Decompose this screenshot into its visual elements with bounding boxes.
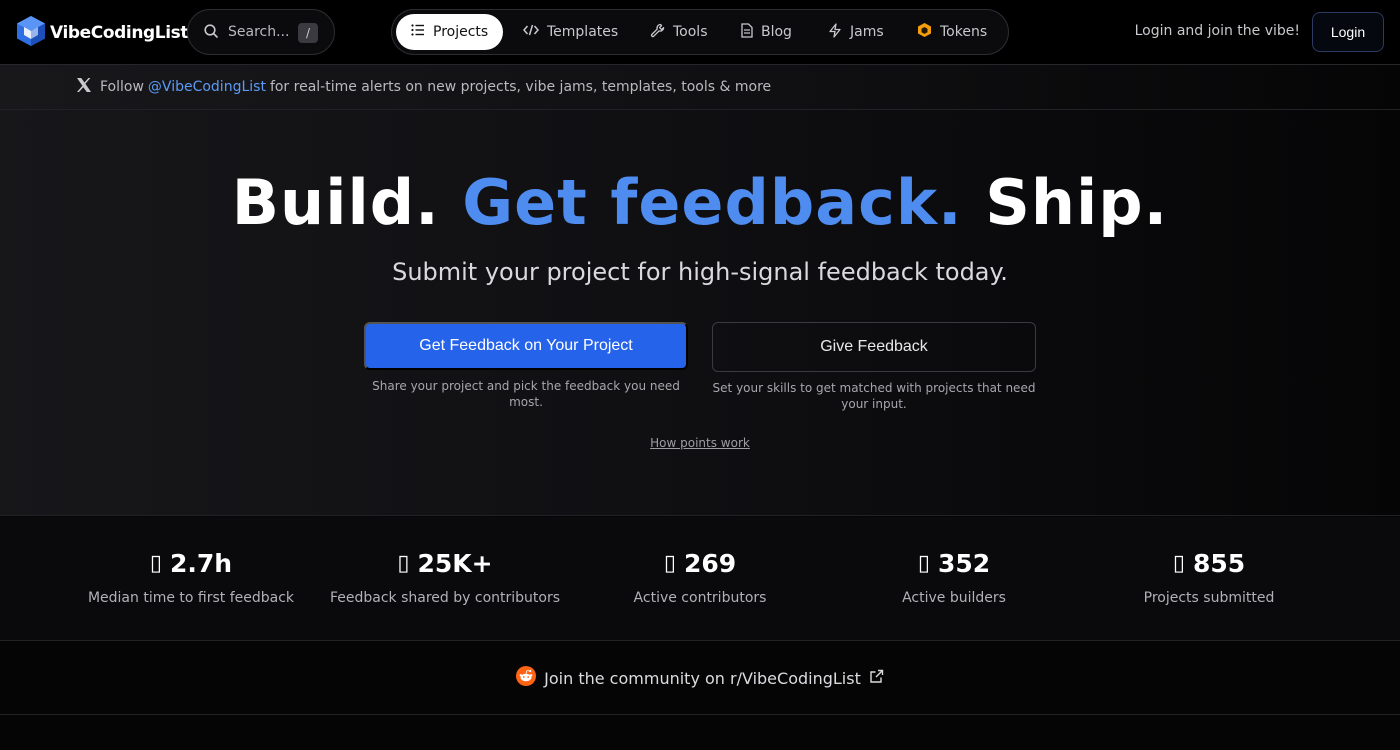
x-twitter-icon[interactable] xyxy=(76,77,92,97)
nav-label-tokens: Tokens xyxy=(940,24,988,40)
nav-label-jams: Jams xyxy=(850,24,884,40)
nav-item-tokens[interactable]: Tokens xyxy=(902,14,1002,50)
stat-value: 855 xyxy=(1192,549,1246,578)
how-points-work-link[interactable]: How points work xyxy=(0,436,1400,450)
stat-label: Median time to first feedback xyxy=(87,590,295,606)
follow-banner: Follow @VibeCodingList for real-time ale… xyxy=(0,65,1400,110)
nav-label-blog: Blog xyxy=(761,24,792,40)
nav-item-jams[interactable]: Jams xyxy=(813,14,899,50)
hero-title: Build. Get feedback. Ship. xyxy=(0,166,1400,239)
brand-name: VibeCodingList xyxy=(50,23,189,43)
nav-label-templates: Templates xyxy=(547,24,619,40)
stat-icon: ▯ xyxy=(1172,551,1185,576)
twitter-handle-link[interactable]: @VibeCodingList xyxy=(148,79,266,95)
nav-item-projects[interactable]: Projects xyxy=(396,14,504,50)
stat-value: 25K+ xyxy=(417,549,493,578)
list-icon xyxy=(411,24,425,40)
main-nav: Projects Templates Tools Blog Jams Token… xyxy=(391,9,1009,55)
stat-projects-submitted: ▯ 855 Projects submitted xyxy=(1084,549,1334,606)
stat-median-time: ▯ 2.7h Median time to first feedback xyxy=(66,549,316,606)
stats-strip: ▯ 2.7h Median time to first feedback ▯ 25K… xyxy=(0,517,1400,641)
code-icon xyxy=(523,24,539,40)
stat-value: 352 xyxy=(937,549,991,578)
nav-label-projects: Projects xyxy=(433,24,489,40)
search-shortcut-key: / xyxy=(298,23,318,43)
nav-label-tools: Tools xyxy=(673,24,708,40)
search-placeholder: Search... xyxy=(228,24,290,40)
give-feedback-button[interactable]: Give Feedback xyxy=(712,322,1036,372)
stat-feedback-shared: ▯ 25K+ Feedback shared by contributors xyxy=(320,549,570,606)
stat-label: Active builders xyxy=(902,590,1006,606)
nav-item-blog[interactable]: Blog xyxy=(726,14,807,50)
hexagon-token-icon xyxy=(917,22,932,42)
lightning-icon xyxy=(828,22,842,42)
reddit-icon xyxy=(516,666,537,690)
top-navigation-bar: VibeCodingList Search... / Projects Temp… xyxy=(0,0,1400,65)
stat-icon: ▯ xyxy=(917,551,930,576)
get-feedback-help: Share your project and pick the feedback… xyxy=(372,379,680,409)
nav-item-templates[interactable]: Templates xyxy=(508,14,633,50)
stat-value: 269 xyxy=(683,549,737,578)
stat-icon: ▯ xyxy=(663,551,676,576)
hero-section: Build. Get feedback. Ship. Submit your p… xyxy=(0,110,1400,516)
document-icon xyxy=(741,22,753,42)
search-input[interactable]: Search... / xyxy=(187,9,335,55)
hero-title-build: Build. xyxy=(231,166,440,239)
stat-active-contributors: ▯ 269 Active contributors xyxy=(575,549,825,606)
get-feedback-button[interactable]: Get Feedback on Your Project xyxy=(364,322,688,370)
wrench-icon xyxy=(650,23,665,42)
stat-icon: ▯ xyxy=(397,551,410,576)
stat-active-builders: ▯ 352 Active builders xyxy=(829,549,1079,606)
banner-suffix: for real-time alerts on new projects, vi… xyxy=(269,79,772,95)
community-label: Join the community on r/VibeCodingList xyxy=(544,668,861,688)
hero-title-accent: Get feedback. xyxy=(462,166,963,239)
stat-label: Active contributors xyxy=(633,590,767,606)
nav-item-tools[interactable]: Tools xyxy=(635,14,723,50)
reddit-community-link[interactable]: Join the community on r/VibeCodingList xyxy=(0,642,1400,715)
external-link-icon xyxy=(869,669,884,688)
give-feedback-help: Set your skills to get matched with proj… xyxy=(712,381,1036,411)
brand-logo[interactable]: VibeCodingList xyxy=(16,15,189,51)
stat-value: 2.7h xyxy=(170,549,233,578)
banner-prefix: Follow xyxy=(100,79,144,95)
hero-title-ship: Ship. xyxy=(985,166,1169,239)
search-icon xyxy=(204,23,218,42)
login-button[interactable]: Login xyxy=(1312,12,1384,52)
hero-subtitle: Submit your project for high-signal feed… xyxy=(392,258,1008,286)
stat-icon: ▯ xyxy=(149,551,162,576)
stat-label: Projects submitted xyxy=(1143,590,1275,606)
cube-logo-icon xyxy=(16,15,46,51)
login-prompt: Login and join the vibe! xyxy=(1134,23,1300,39)
stat-label: Feedback shared by contributors xyxy=(329,590,561,606)
